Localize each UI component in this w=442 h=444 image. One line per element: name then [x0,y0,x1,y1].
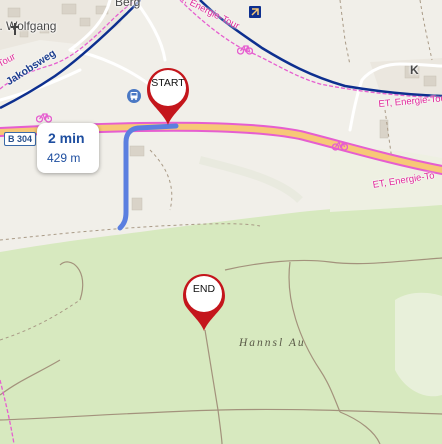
place-label-k: K [410,63,419,77]
map-pin-icon [147,68,189,125]
route-duration: 2 min [48,130,85,146]
start-marker-label: START [151,77,185,89]
map-pin-icon [183,274,225,331]
start-marker[interactable]: START [145,66,191,126]
route-distance: 429 m [47,151,81,165]
place-label-berg: Berg [115,0,141,9]
route-summary-card[interactable]: 2 min 429 m [37,123,99,173]
place-label-st-wolfgang: St. Wolfgang [0,19,57,33]
bus-stop-icon[interactable] [127,89,141,108]
end-marker[interactable]: END [181,272,227,332]
map-canvas[interactable] [0,0,442,444]
road-shield-label: B 304 [8,134,33,144]
bicycle-icon[interactable] [236,42,254,60]
area-label-hannsl-au: Hannsl Au [239,337,306,349]
church-icon[interactable] [10,22,20,40]
map-view[interactable]: Berg St. Wolfgang K Jakobsweg ET, Energi… [0,0,442,444]
train-station-icon [249,6,261,18]
bicycle-icon[interactable] [331,138,349,156]
road-shield-b304: B 304 [4,132,37,146]
end-marker-label: END [192,283,216,295]
